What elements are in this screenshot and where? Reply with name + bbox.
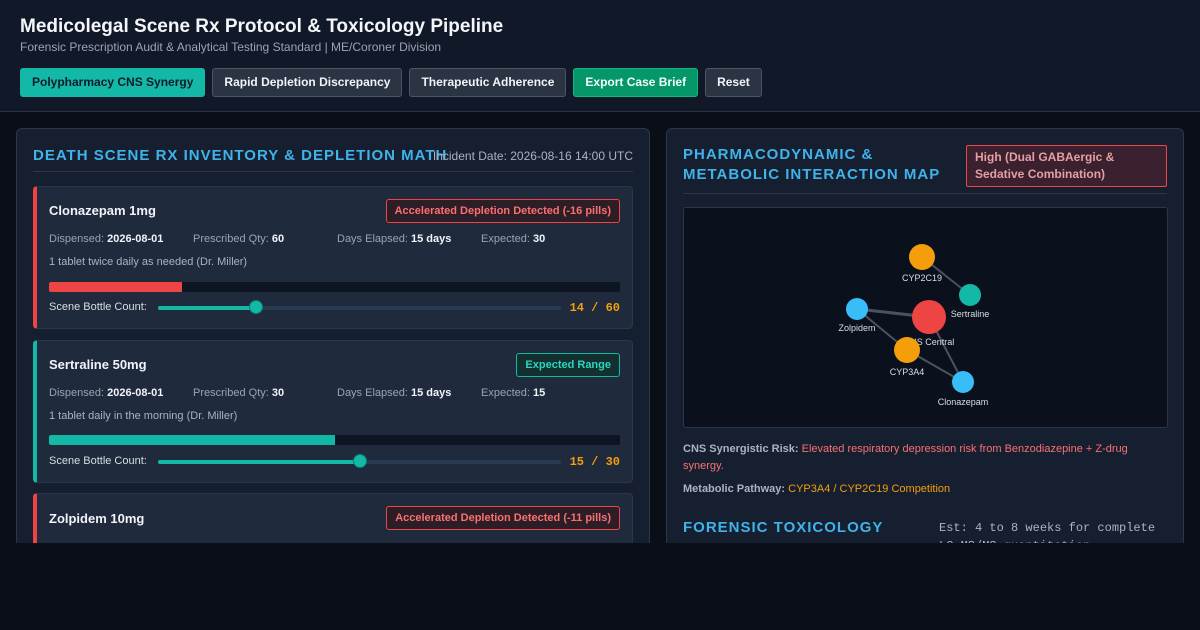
- rx-inventory-header: Death Scene Rx Inventory & Depletion Mat…: [33, 147, 633, 172]
- app-title: Medicolegal Scene Rx Protocol & Toxicolo…: [20, 16, 504, 37]
- rx-inventory-panel: Death Scene Rx Inventory & Depletion Mat…: [16, 128, 650, 543]
- adherence-scenario-button[interactable]: Therapeutic Adherence: [409, 68, 567, 97]
- polypharmacy-scenario-button[interactable]: Polypharmacy CNS Synergy: [20, 68, 206, 97]
- expected-label: Expected:: [481, 233, 530, 245]
- export-brief-button[interactable]: Export Case Brief: [573, 68, 699, 97]
- slider-knob[interactable]: [248, 300, 263, 314]
- dispensed-value: 2026-08-01: [107, 233, 164, 245]
- depletion-badge: Accelerated Depletion Detected (-16 pill…: [385, 199, 620, 223]
- scene-count-label: Scene Bottle Count:: [49, 301, 147, 313]
- toxicology-title: Forensic Toxicology Testing Ladder & Tim…: [683, 519, 884, 543]
- cns-risk-line: CNS Synergistic Risk: Elevated respirato…: [683, 441, 1163, 475]
- slider-fill: [158, 460, 360, 464]
- scene-count-slider[interactable]: [158, 454, 561, 468]
- cns-risk-label: CNS Synergistic Risk:: [683, 443, 799, 455]
- drug-name: Clonazepam 1mg: [49, 203, 156, 218]
- interaction-title: Pharmacodynamic & Metabolic Interaction …: [683, 146, 941, 183]
- scene-count-slider[interactable]: [158, 300, 561, 314]
- incident-date: Incident Date: 2026-08-16 14:00 UTC: [432, 149, 633, 163]
- prescribed-label: Prescribed Qty:: [193, 387, 269, 399]
- interaction-panel: Pharmacodynamic & Metabolic Interaction …: [666, 128, 1184, 543]
- node-zolpidem-label: Zolpidem: [838, 323, 875, 333]
- interaction-graph-svg: CYP2C19 Sertraline Zolpidem CNS Central …: [838, 244, 990, 407]
- depletion-bar: [49, 282, 620, 292]
- dispensed-label: Dispensed:: [49, 233, 105, 245]
- node-clonazepam-label: Clonazepam: [938, 397, 989, 407]
- dispensed-value: 2026-08-01: [107, 387, 164, 399]
- scene-count-label: Scene Bottle Count:: [49, 455, 147, 467]
- slider-knob[interactable]: [352, 454, 367, 468]
- drug-name: Sertraline 50mg: [49, 357, 147, 372]
- drug-name: Zolpidem 10mg: [49, 511, 145, 526]
- main-viewport: Death Scene Rx Inventory & Depletion Mat…: [0, 112, 1200, 543]
- dispensed-label: Dispensed:: [49, 387, 105, 399]
- app-header: Medicolegal Scene Rx Protocol & Toxicolo…: [0, 0, 1200, 112]
- interaction-graph: CYP2C19 Sertraline Zolpidem CNS Central …: [683, 207, 1168, 428]
- expected-label: Expected:: [481, 387, 530, 399]
- node-cyp2c19[interactable]: [909, 244, 935, 270]
- scene-count-value: 15 / 30: [569, 455, 620, 469]
- pathway-label: Metabolic Pathway:: [683, 483, 786, 495]
- elapsed-value: 15 days: [411, 233, 452, 245]
- depletion-bar: [49, 435, 620, 445]
- node-sertraline-label: Sertraline: [951, 309, 990, 319]
- expected-value: 15: [532, 387, 546, 399]
- slider-fill: [158, 306, 253, 310]
- dosing-instructions: 1 tablet twice daily as needed (Dr. Mill…: [49, 256, 248, 268]
- app-subtitle: Forensic Prescription Audit & Analytical…: [20, 40, 442, 54]
- status-badge: Expected Range: [516, 353, 620, 377]
- depletion-bar-fill: [49, 282, 183, 292]
- metabolic-pathway-line: Metabolic Pathway: CYP3A4 / CYP2C19 Comp…: [683, 481, 1163, 498]
- depletion-bar-fill: [49, 435, 335, 445]
- drug-card-sertraline: Sertraline 50mg Expected Range Dispensed…: [33, 340, 633, 483]
- depletion-scenario-button[interactable]: Rapid Depletion Discrepancy: [212, 68, 403, 97]
- node-cyp2c19-label: CYP2C19: [902, 273, 942, 283]
- elapsed-label: Days Elapsed:: [337, 233, 408, 245]
- node-zolpidem[interactable]: [846, 298, 868, 320]
- drug-card-clonazepam: Clonazepam 1mg Accelerated Depletion Det…: [33, 186, 633, 329]
- prescribed-value: 30: [271, 387, 285, 399]
- pathway-text: CYP3A4 / CYP2C19 Competition: [788, 483, 951, 495]
- drug-card-zolpidem: Zolpidem 10mg Accelerated Depletion Dete…: [33, 493, 633, 543]
- scene-count-value: 14 / 60: [569, 301, 620, 315]
- node-sertraline[interactable]: [959, 284, 981, 306]
- expected-value: 30: [532, 233, 546, 245]
- prescribed-value: 60: [271, 233, 285, 245]
- drug-meta: Dispensed: 2026-08-01 Prescribed Qty: 60…: [49, 233, 625, 245]
- node-clonazepam[interactable]: [952, 371, 974, 393]
- node-cyp3a4[interactable]: [894, 337, 920, 363]
- prescribed-label: Prescribed Qty:: [193, 233, 269, 245]
- scenario-toolbar: Polypharmacy CNS Synergy Rapid Depletion…: [20, 68, 762, 97]
- elapsed-value: 15 days: [411, 387, 452, 399]
- drug-meta: Dispensed: 2026-08-01 Prescribed Qty: 30…: [49, 387, 625, 399]
- node-cyp3a4-label: CYP3A4: [890, 367, 925, 377]
- risk-level-badge: High (Dual GABAergic & Sedative Combinat…: [966, 145, 1167, 187]
- interaction-header: Pharmacodynamic & Metabolic Interaction …: [683, 145, 1167, 194]
- reset-button[interactable]: Reset: [705, 68, 762, 97]
- node-cns-central[interactable]: [912, 300, 946, 334]
- elapsed-label: Days Elapsed:: [337, 387, 408, 399]
- depletion-badge: Accelerated Depletion Detected (-11 pill…: [386, 506, 620, 530]
- dosing-instructions: 1 tablet daily in the morning (Dr. Mille…: [49, 410, 238, 422]
- toxicology-estimate: Est: 4 to 8 weeks for complete LC-MS/MS …: [939, 521, 1156, 543]
